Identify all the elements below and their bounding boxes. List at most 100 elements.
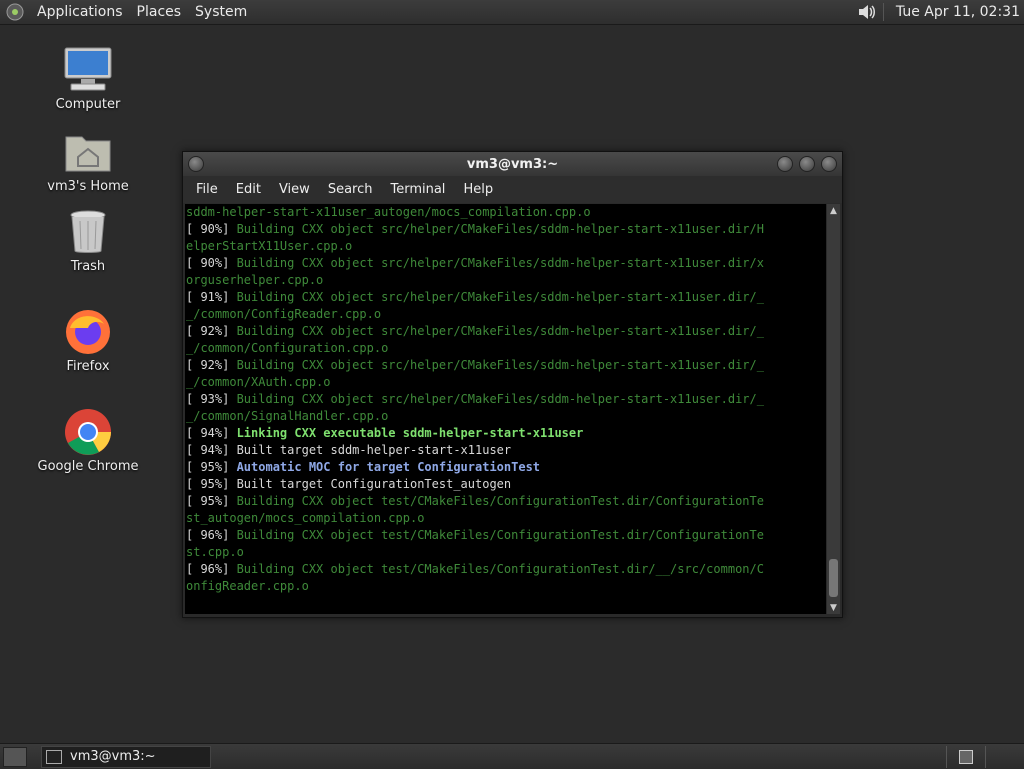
desktop-icon-label: vm3's Home (47, 179, 129, 194)
chrome-icon (60, 407, 116, 457)
progress-prefix: [ 96%] (186, 562, 237, 576)
terminal-line: [ 92%] Building CXX object src/helper/CM… (185, 357, 826, 374)
menu-file[interactable]: File (187, 182, 227, 197)
terminal-line: _/common/SignalHandler.cpp.o (185, 408, 826, 425)
line-text: orguserhelper.cpp.o (186, 273, 324, 287)
terminal-line: [ 91%] Building CXX object src/helper/CM… (185, 289, 826, 306)
desktop-icon-label: Google Chrome (37, 459, 139, 474)
maximize-button[interactable] (799, 156, 815, 172)
terminal-line: orguserhelper.cpp.o (185, 272, 826, 289)
terminal-line: _/common/ConfigReader.cpp.o (185, 306, 826, 323)
progress-prefix: [ 93%] (186, 392, 237, 406)
line-text: _/common/XAuth.cpp.o (186, 375, 331, 389)
progress-prefix: [ 90%] (186, 256, 237, 270)
menu-search[interactable]: Search (319, 182, 382, 197)
line-text: _/common/ConfigReader.cpp.o (186, 307, 382, 321)
terminal-scrollbar[interactable]: ▲ ▼ (827, 204, 840, 614)
line-text: Building CXX object src/helper/CMakeFile… (236, 358, 764, 372)
window-title: vm3@vm3:~ (466, 156, 559, 172)
terminal-line: _/common/Configuration.cpp.o (185, 340, 826, 357)
desktop-icon-firefox[interactable]: Firefox (33, 307, 143, 374)
window-menu-button[interactable] (188, 156, 204, 172)
line-text: Linking CXX executable sddm-helper-start… (236, 426, 584, 440)
line-text: _/common/SignalHandler.cpp.o (186, 409, 389, 423)
scrollbar-thumb[interactable] (829, 559, 838, 597)
computer-icon (60, 45, 116, 95)
line-text: st_autogen/mocs_compilation.cpp.o (186, 511, 425, 525)
line-text: Building CXX object src/helper/CMakeFile… (236, 324, 764, 338)
menu-view[interactable]: View (270, 182, 319, 197)
close-button[interactable] (821, 156, 837, 172)
workspace-window-marker (959, 749, 973, 764)
trash-icon (60, 207, 116, 257)
taskbar-label: vm3@vm3:~ (70, 749, 156, 764)
taskbar-terminal-button[interactable]: vm3@vm3:~ (41, 745, 211, 768)
progress-prefix: [ 94%] (186, 426, 237, 440)
desktop-icon-chrome[interactable]: Google Chrome (33, 407, 143, 474)
window-titlebar[interactable]: vm3@vm3:~ (183, 152, 842, 176)
line-text: elperStartX11User.cpp.o (186, 239, 353, 253)
top-panel-tray: Tue Apr 11, 02:31 (857, 0, 1024, 24)
scroll-down-arrow-icon[interactable]: ▼ (827, 601, 840, 614)
terminal-line: st_autogen/mocs_compilation.cpp.o (185, 510, 826, 527)
menu-terminal[interactable]: Terminal (381, 182, 454, 197)
distro-logo-icon[interactable] (4, 1, 26, 23)
terminal-line: [ 90%] Building CXX object src/helper/CM… (185, 221, 826, 238)
line-text: Building CXX object src/helper/CMakeFile… (236, 256, 764, 270)
terminal-line: [ 95%] Built target ConfigurationTest_au… (185, 476, 826, 493)
terminal-line: sddm-helper-start-x11user_autogen/mocs_c… (185, 204, 826, 221)
progress-prefix: [ 95%] (186, 477, 237, 491)
desktop-icon-label: Firefox (66, 359, 110, 374)
terminal-line: [ 96%] Building CXX object test/CMakeFil… (185, 561, 826, 578)
progress-prefix: [ 96%] (186, 528, 237, 542)
desktop-icon-home[interactable]: vm3's Home (33, 127, 143, 194)
progress-prefix: [ 94%] (186, 443, 237, 457)
terminal-line: st.cpp.o (185, 544, 826, 561)
line-text: Building CXX object src/helper/CMakeFile… (236, 222, 764, 236)
terminal-line: [ 95%] Automatic MOC for target Configur… (185, 459, 826, 476)
line-text: onfigReader.cpp.o (186, 579, 309, 593)
desktop-icon-label: Trash (70, 259, 106, 274)
terminal-line: [ 96%] Building CXX object test/CMakeFil… (185, 527, 826, 544)
progress-prefix: [ 95%] (186, 460, 237, 474)
show-desktop-icon[interactable] (3, 746, 27, 767)
volume-icon[interactable] (857, 3, 877, 21)
desktop-icon-trash[interactable]: Trash (33, 207, 143, 274)
terminal-line: [ 94%] Linking CXX executable sddm-helpe… (185, 425, 826, 442)
terminal-menubar: File Edit View Search Terminal Help (183, 176, 842, 203)
terminal-icon (46, 749, 62, 764)
terminal-line: [ 94%] Built target sddm-helper-start-x1… (185, 442, 826, 459)
line-text: Built target sddm-helper-start-x11user (236, 443, 512, 457)
terminal-window[interactable]: vm3@vm3:~ File Edit View Search Terminal… (182, 151, 843, 618)
line-text: Built target ConfigurationTest_autogen (236, 477, 512, 491)
line-text: Building CXX object src/helper/CMakeFile… (236, 392, 764, 406)
progress-prefix: [ 91%] (186, 290, 237, 304)
terminal-line: [ 90%] Building CXX object src/helper/CM… (185, 255, 826, 272)
line-text: st.cpp.o (186, 545, 244, 559)
terminal-line: elperStartX11User.cpp.o (185, 238, 826, 255)
menu-edit[interactable]: Edit (227, 182, 270, 197)
top-panel: Applications Places System Tue Apr 11, 0… (0, 0, 1024, 25)
terminal-output[interactable]: sddm-helper-start-x11user_autogen/mocs_c… (185, 204, 826, 614)
system-menu[interactable]: System (188, 0, 254, 24)
home-folder-icon (60, 127, 116, 177)
terminal-line: onfigReader.cpp.o (185, 578, 826, 595)
applications-menu[interactable]: Applications (30, 0, 130, 24)
terminal-line: [ 95%] Building CXX object test/CMakeFil… (185, 493, 826, 510)
clock[interactable]: Tue Apr 11, 02:31 (890, 4, 1024, 20)
workspace-1[interactable] (946, 745, 985, 768)
bottom-panel: vm3@vm3:~ (0, 743, 1024, 769)
desktop-icon-computer[interactable]: Computer (33, 45, 143, 112)
minimize-button[interactable] (777, 156, 793, 172)
line-text: sddm-helper-start-x11user_autogen/mocs_c… (186, 205, 591, 219)
menu-help[interactable]: Help (454, 182, 502, 197)
line-text: Building CXX object test/CMakeFiles/Conf… (236, 528, 764, 542)
progress-prefix: [ 95%] (186, 494, 237, 508)
workspace-2[interactable] (985, 745, 1024, 768)
tray-separator (882, 3, 884, 21)
line-text: _/common/Configuration.cpp.o (186, 341, 389, 355)
scroll-up-arrow-icon[interactable]: ▲ (827, 204, 840, 217)
progress-prefix: [ 92%] (186, 324, 237, 338)
terminal-line: _/common/XAuth.cpp.o (185, 374, 826, 391)
places-menu[interactable]: Places (130, 0, 189, 24)
